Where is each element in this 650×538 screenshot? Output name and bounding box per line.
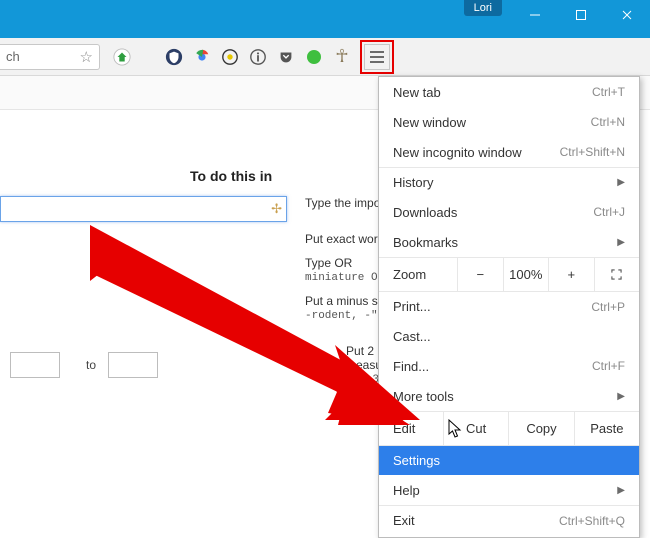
copy-button[interactable]: Copy bbox=[508, 412, 573, 445]
paste-button[interactable]: Paste bbox=[574, 412, 639, 445]
extension-green-dot-icon[interactable] bbox=[300, 43, 328, 71]
extension-chrome-icon[interactable] bbox=[188, 43, 216, 71]
menu-incognito[interactable]: New incognito windowCtrl+Shift+N bbox=[379, 137, 639, 167]
extension-ankh-icon[interactable]: ☥ bbox=[328, 43, 356, 71]
extension-pocket-icon[interactable] bbox=[272, 43, 300, 71]
address-text: ch bbox=[6, 49, 20, 64]
chevron-right-icon: ▶ bbox=[617, 485, 625, 496]
menu-settings[interactable]: Settings bbox=[379, 445, 639, 475]
range-from-input[interactable] bbox=[10, 352, 60, 378]
zoom-out-button[interactable]: − bbox=[457, 258, 503, 291]
extension-target-icon[interactable] bbox=[216, 43, 244, 71]
mouse-cursor-icon bbox=[448, 419, 464, 444]
extension-shield-icon[interactable] bbox=[160, 43, 188, 71]
menu-new-window[interactable]: New windowCtrl+N bbox=[379, 107, 639, 137]
chevron-right-icon: ▶ bbox=[617, 391, 625, 402]
close-button[interactable] bbox=[604, 0, 650, 30]
menu-button-highlight bbox=[360, 40, 394, 74]
menu-help[interactable]: Help▶ bbox=[379, 475, 639, 505]
menu-history[interactable]: History▶ bbox=[379, 167, 639, 197]
browser-toolbar: ch ☆ ☥ bbox=[0, 38, 650, 76]
maximize-button[interactable] bbox=[558, 0, 604, 30]
address-bar[interactable]: ch ☆ bbox=[0, 44, 100, 70]
fullscreen-button[interactable] bbox=[594, 258, 640, 291]
hint-all-words: Type the impor bbox=[305, 196, 384, 210]
menu-button[interactable] bbox=[364, 44, 390, 70]
window-titlebar: Lori bbox=[0, 0, 650, 30]
search-input-all-words[interactable]: ✢ bbox=[0, 196, 287, 222]
menu-new-tab[interactable]: New tabCtrl+T bbox=[379, 77, 639, 107]
annotation-arrow bbox=[90, 225, 420, 440]
zoom-value: 100% bbox=[503, 258, 549, 291]
user-badge[interactable]: Lori bbox=[464, 0, 502, 16]
minimize-button[interactable] bbox=[512, 0, 558, 30]
extension-info-icon[interactable] bbox=[244, 43, 272, 71]
chevron-right-icon: ▶ bbox=[617, 177, 625, 188]
zoom-in-button[interactable]: + bbox=[548, 258, 594, 291]
menu-downloads[interactable]: DownloadsCtrl+J bbox=[379, 197, 639, 227]
tab-strip bbox=[0, 30, 650, 38]
home-icon[interactable] bbox=[108, 43, 136, 71]
chevron-right-icon: ▶ bbox=[617, 237, 625, 248]
menu-exit[interactable]: ExitCtrl+Shift+Q bbox=[379, 505, 639, 535]
bookmark-star-icon[interactable]: ☆ bbox=[80, 48, 93, 66]
